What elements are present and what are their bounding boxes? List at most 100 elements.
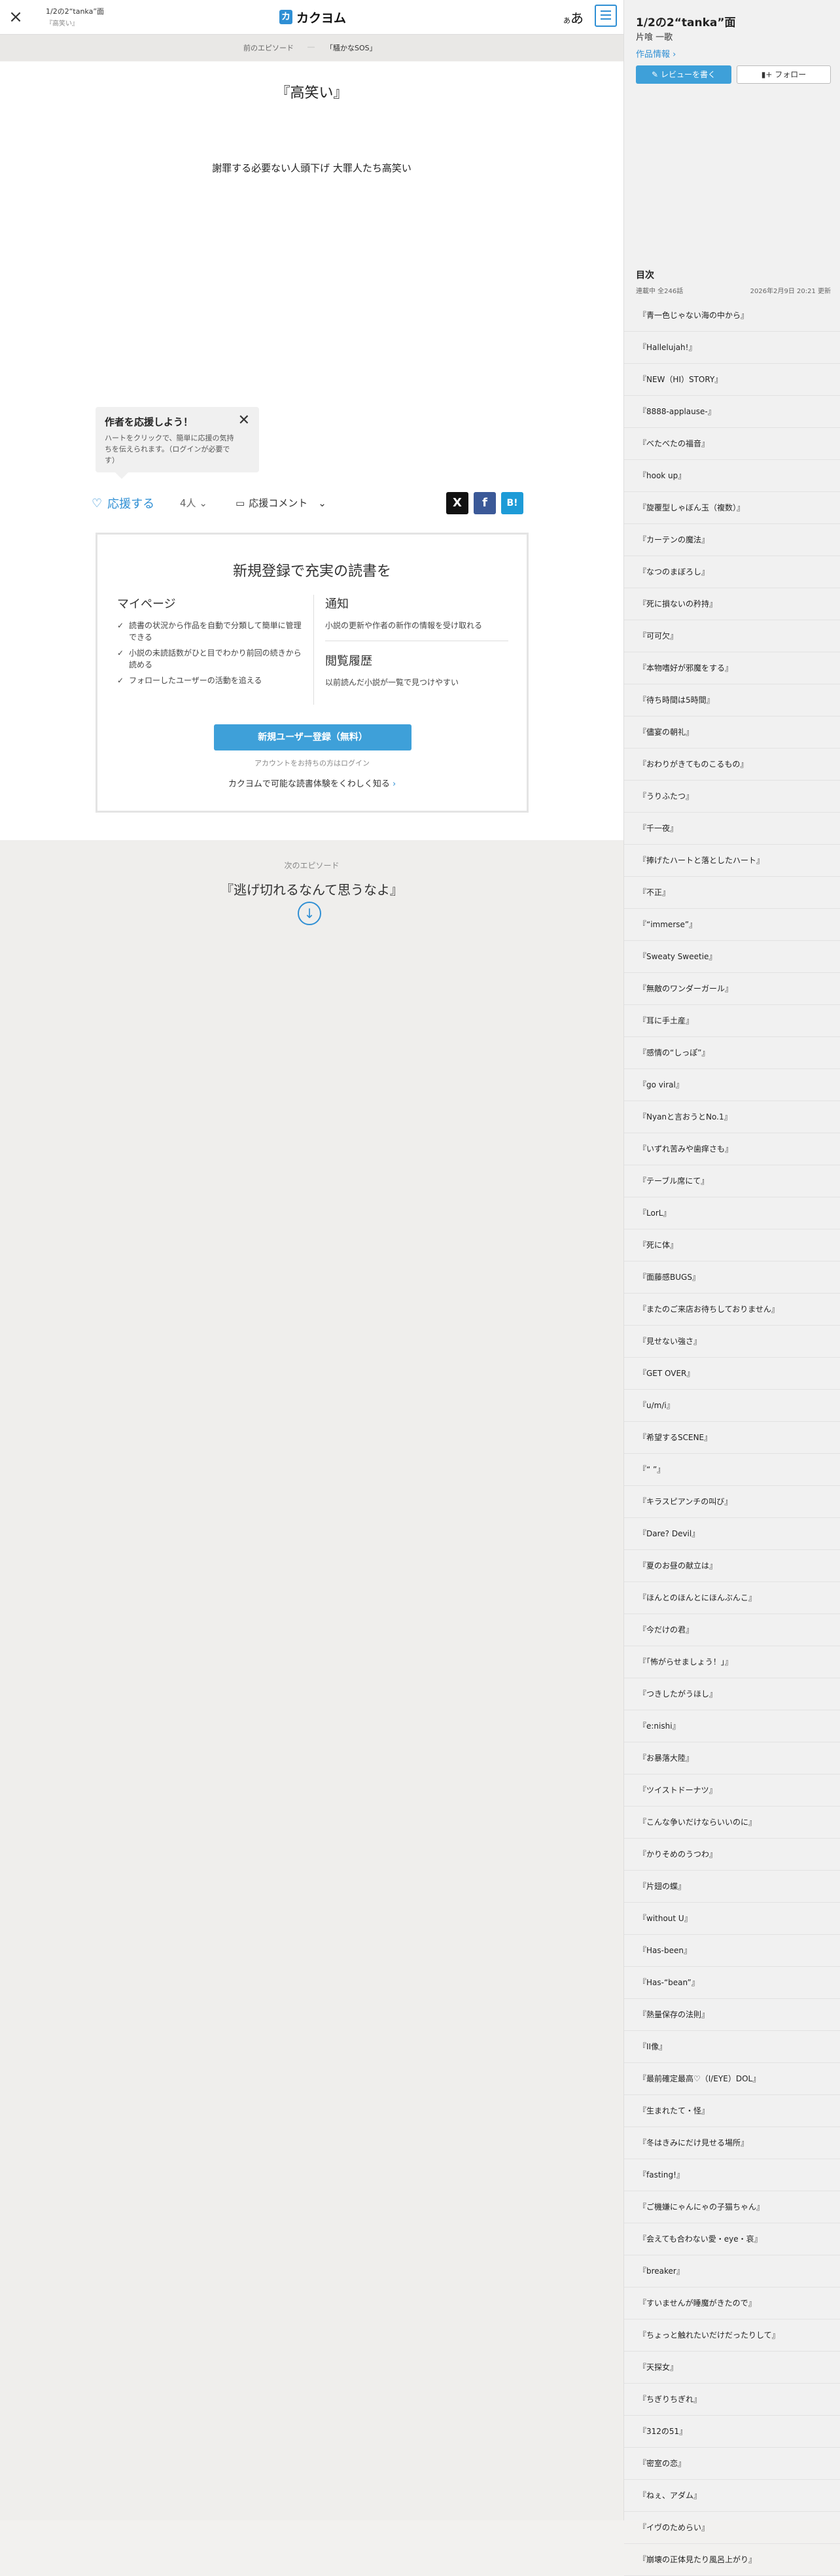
toc-episode-item[interactable]: 『キラスピアンチの叫び』 [624, 1486, 840, 1518]
toc-episode-item[interactable]: 『ねぇ、アダム』 [624, 2480, 840, 2512]
toc-episode-item[interactable]: 『カーテンの魔法』 [624, 524, 840, 556]
author-name[interactable]: 片喰 一歌 [636, 30, 673, 43]
logo-text: カクヨム [296, 10, 347, 26]
arrow-down-icon[interactable]: ↓ [298, 902, 321, 925]
toc-episode-item[interactable]: 『夏のお昼の献立は』 [624, 1550, 840, 1582]
toc-episode-item[interactable]: 『つきしたがうほし』 [624, 1678, 840, 1710]
toc-episode-item[interactable]: 『感情の“しっぽ”』 [624, 1037, 840, 1069]
nav-separator: ― [307, 43, 315, 51]
toc-episode-item[interactable]: 『本物嗜好が邪魔をする』 [624, 652, 840, 684]
follow-button[interactable]: ▮+ フォロー [737, 65, 831, 84]
toc-episode-item[interactable]: 『Sweaty Sweetie』 [624, 941, 840, 973]
toc-episode-item[interactable]: 『ご機嫌にゃんにゃの子猫ちゃん』 [624, 2191, 840, 2223]
toc-episode-item[interactable]: 『Hallelujah!』 [624, 332, 840, 364]
toc-episode-item[interactable]: 『待ち時間は5時間』 [624, 684, 840, 716]
next-episode-title[interactable]: 『逃げ切れるなんて思うなよ』 [0, 879, 623, 898]
toc-episode-item[interactable]: 『希望するSCENE』 [624, 1422, 840, 1454]
toc-episode-item[interactable]: 『テーブル席にて』 [624, 1165, 840, 1197]
support-button[interactable]: ♡ 応援する [92, 495, 154, 512]
toc-episode-item[interactable]: 『べたべたの福音』 [624, 428, 840, 460]
toc-episode-item[interactable]: 『Has-“bean”』 [624, 1967, 840, 1999]
toc-episode-item[interactable]: 『“immerse”』 [624, 909, 840, 941]
toc-episode-item[interactable]: 『熱量保存の法則』 [624, 1999, 840, 2031]
toc-episode-item[interactable]: 『go viral』 [624, 1069, 840, 1101]
font-settings-button[interactable]: ああ [563, 8, 584, 27]
toc-episode-item[interactable]: 『青一色じゃない海の中から』 [624, 300, 840, 332]
toc-episode-item[interactable]: 『“ ”』 [624, 1454, 840, 1486]
toc-episode-item[interactable]: 『Nyanと言おうとNo.1』 [624, 1101, 840, 1133]
toc-icon[interactable] [595, 5, 617, 27]
toc-episode-item[interactable]: 『生まれたて・怪』 [624, 2095, 840, 2127]
toc-episode-item[interactable]: 『GET OVER』 [624, 1358, 840, 1390]
work-title[interactable]: 1/2の2“tanka”面 [636, 13, 736, 29]
work-info-link[interactable]: 作品情報 › [636, 47, 676, 60]
toc-episode-item[interactable]: 『会えても合わない愛・eye・哀』 [624, 2223, 840, 2255]
toc-episode-item[interactable]: 『うりふたつ』 [624, 781, 840, 813]
toc-episode-item[interactable]: 『不正』 [624, 877, 840, 909]
toc-episode-item[interactable]: 『おわりがきてものこるもの』 [624, 749, 840, 781]
prev-episode-link[interactable]: 前のエピソード [243, 43, 294, 53]
facebook-share-icon[interactable]: f [474, 492, 496, 514]
toc-episode-item[interactable]: 『すいませんが睡魔がきたので』 [624, 2287, 840, 2320]
toc-episode-item[interactable]: 『fasting!』 [624, 2159, 840, 2191]
x-share-icon[interactable]: X [446, 492, 468, 514]
review-button[interactable]: ✎ レビューを書く [636, 65, 731, 84]
toc-episode-item[interactable]: 『儘宴の朝礼』 [624, 716, 840, 749]
toc-episode-item[interactable]: 『天探女』 [624, 2352, 840, 2384]
toc-episode-item[interactable]: 『8888-applause-』 [624, 396, 840, 428]
toc-episode-item[interactable]: 『密室の恋』 [624, 2448, 840, 2480]
kakuyomu-logo[interactable]: カ カクヨム [279, 8, 346, 26]
toc-episode-item[interactable]: 『片翅の蝶』 [624, 1871, 840, 1903]
divider [313, 595, 314, 705]
toc-episode-item[interactable]: 『可可欠』 [624, 620, 840, 652]
toc-episode-item[interactable]: 『最前確定最高♡（I/EYE）DOL』 [624, 2063, 840, 2095]
prev-episode-title[interactable]: 「騒かなSOS」 [326, 43, 377, 53]
close-icon[interactable]: × [7, 8, 25, 26]
toc-episode-item[interactable]: 『ちょっと触れたいだけだったりして』 [624, 2320, 840, 2352]
toc-episode-item[interactable]: 『II像』 [624, 2031, 840, 2063]
chevron-right-icon: › [392, 779, 396, 789]
toc-episode-item[interactable]: 『ほんとのほんとにほんぶんこ』 [624, 1582, 840, 1614]
cheer-comment-button[interactable]: ▭ 応援コメント ⌄ [236, 496, 326, 510]
toc-episode-item[interactable]: 『旋覆型しゃぼん玉（複数）』 [624, 492, 840, 524]
toc-episode-item[interactable]: 『こんな争いだけならいいのに』 [624, 1807, 840, 1839]
toc-episode-item[interactable]: 『Has-been』 [624, 1935, 840, 1967]
toc-episode-item[interactable]: 『崩壊の正体見たり風呂上がり』 [624, 2544, 840, 2576]
toc-episode-item[interactable]: 『Dare? Devil』 [624, 1518, 840, 1550]
toc-episode-item[interactable]: 『死に体』 [624, 1229, 840, 1262]
toc-episode-item[interactable]: 『312の51』 [624, 2416, 840, 2448]
login-link[interactable]: アカウントをお持ちの方はログイン [97, 758, 527, 768]
toc-episode-item[interactable]: 『いずれ苦みや歯痒さも』 [624, 1133, 840, 1165]
toc-episode-item[interactable]: 『イヴのためらい』 [624, 2512, 840, 2544]
toc-episode-item[interactable]: 『死に損ないの矜持』 [624, 588, 840, 620]
toc-episode-item[interactable]: 『e:nishi』 [624, 1710, 840, 1742]
toc-episode-item[interactable]: 『冬はきみにだけ見せる場所』 [624, 2127, 840, 2159]
toc-episode-item[interactable]: 『捧げたハートと落としたハート』 [624, 845, 840, 877]
learn-more-link[interactable]: カクヨムで可能な読書体験をくわしく知る › [97, 777, 527, 789]
header-work-title[interactable]: 1/2の2“tanka”面 [46, 6, 104, 16]
toc-episode-item[interactable]: 『お暴落大陸』 [624, 1742, 840, 1774]
toc-episode-item[interactable]: 『かりそめのうつわ』 [624, 1839, 840, 1871]
hatena-bookmark-icon[interactable]: B! [501, 492, 523, 514]
toc-episode-item[interactable]: 『今だけの君』 [624, 1614, 840, 1646]
toc-episode-item[interactable]: 『千一夜』 [624, 813, 840, 845]
toc-episode-item[interactable]: 『ちぎりちぎれ』 [624, 2384, 840, 2416]
toc-episode-item[interactable]: 『without U』 [624, 1903, 840, 1935]
close-icon[interactable]: ✕ [238, 412, 250, 429]
signup-panel: 新規登録で充実の読書を マイページ 読書の状況から作品を自動で分類して簡単に管理… [96, 533, 529, 813]
support-count-button[interactable]: 4人 ⌄ [180, 496, 207, 510]
toc-episode-item[interactable]: 『ツイストドーナツ』 [624, 1774, 840, 1807]
toc-episode-item[interactable]: 『無敵のワンダーガール』 [624, 973, 840, 1005]
toc-episode-item[interactable]: 『耳に手土産』 [624, 1005, 840, 1037]
toc-episode-item[interactable]: 『なつのまぼろし』 [624, 556, 840, 588]
toc-episode-item[interactable]: 『面藤感BUGS』 [624, 1262, 840, 1294]
toc-episode-item[interactable]: 『hook up』 [624, 460, 840, 492]
toc-episode-item[interactable]: 『LorL』 [624, 1197, 840, 1229]
toc-episode-item[interactable]: 『「怖がらせましょう！」』 [624, 1646, 840, 1678]
toc-episode-item[interactable]: 『またのご来店お待ちしておりません』 [624, 1294, 840, 1326]
toc-episode-item[interactable]: 『u/m/i』 [624, 1390, 840, 1422]
signup-button[interactable]: 新規ユーザー登録（無料） [214, 724, 411, 750]
toc-episode-item[interactable]: 『breaker』 [624, 2255, 840, 2287]
toc-episode-item[interactable]: 『NEW（HI）STORY』 [624, 364, 840, 396]
toc-episode-item[interactable]: 『見せない強さ』 [624, 1326, 840, 1358]
